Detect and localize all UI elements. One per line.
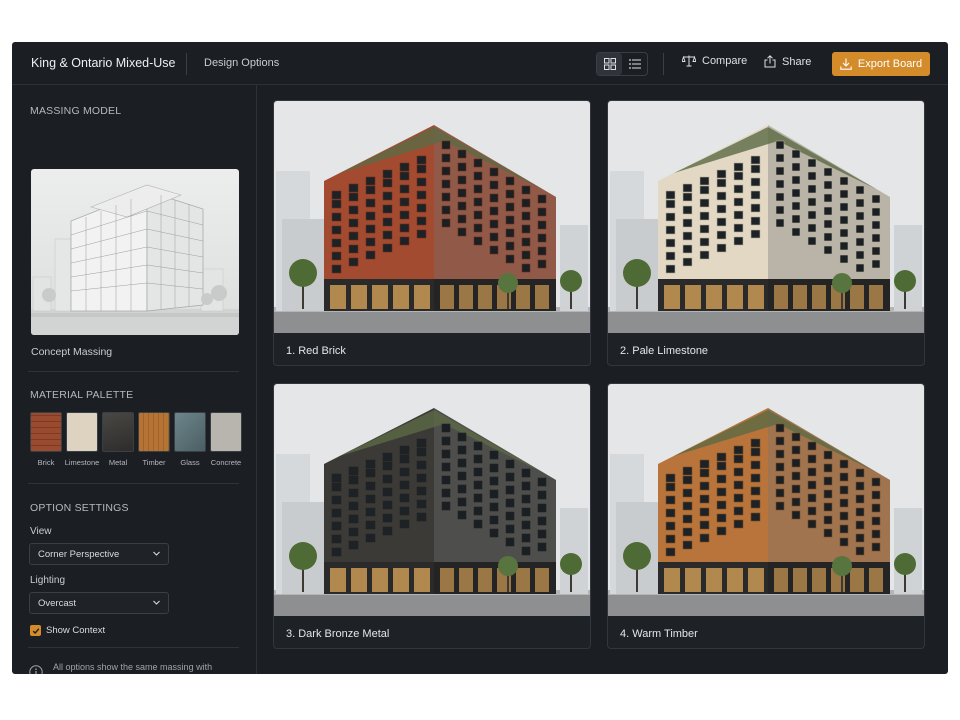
- breadcrumb[interactable]: Design Options: [204, 57, 279, 69]
- massing-section-title: MASSING MODEL: [30, 105, 122, 117]
- list-view-button[interactable]: [622, 53, 647, 75]
- info-note: All options show the same massing with d…: [53, 662, 213, 672]
- option-title: 4. Warm Timber: [620, 628, 698, 640]
- settings-section-title: OPTION SETTINGS: [30, 502, 129, 514]
- grid-icon: [603, 58, 616, 70]
- app-window: King & Ontario Mixed-Use Design Options: [12, 42, 948, 674]
- lighting-select-value: Overcast: [38, 598, 77, 609]
- share-button[interactable]: Share: [764, 55, 811, 68]
- lighting-select[interactable]: Overcast: [29, 592, 169, 614]
- share-icon: [764, 55, 776, 68]
- view-select[interactable]: Corner Perspective: [29, 543, 169, 565]
- massing-caption: Concept Massing: [31, 346, 113, 358]
- header-divider: [186, 53, 187, 75]
- option-rendering: [274, 384, 590, 616]
- show-context-label: Show Context: [46, 625, 106, 636]
- scale-icon: [682, 55, 696, 67]
- info-icon: [29, 665, 43, 674]
- option-card[interactable]: 1. Red Brick: [273, 100, 591, 366]
- brick-swatch: [30, 412, 62, 452]
- limestone-swatch: [66, 412, 98, 452]
- chevron-down-icon: [153, 551, 160, 556]
- export-label: Export Board: [857, 58, 923, 70]
- option-card[interactable]: 2. Pale Limestone: [607, 100, 925, 366]
- show-context-toggle[interactable]: Show Context: [30, 625, 105, 636]
- view-mode-toggle: [596, 52, 648, 76]
- option-rendering: [274, 101, 590, 333]
- top-bar: King & Ontario Mixed-Use Design Options: [12, 42, 948, 85]
- timber-swatch: [138, 412, 170, 452]
- section-divider: [28, 647, 239, 648]
- view-label: View: [30, 526, 52, 537]
- material-swatch-metal[interactable]: Metal: [102, 412, 134, 467]
- checkmark-icon: [32, 627, 39, 634]
- option-title: 3. Dark Bronze Metal: [286, 628, 390, 640]
- swatch-label: Brick: [37, 458, 55, 467]
- option-card[interactable]: 3. Dark Bronze Metal: [273, 383, 591, 649]
- list-icon: [628, 59, 641, 69]
- grid-view-button[interactable]: [597, 53, 622, 75]
- material-swatch-limestone[interactable]: Limestone: [64, 412, 100, 467]
- material-swatch-concrete[interactable]: Concrete: [210, 412, 242, 467]
- glass-swatch: [174, 412, 206, 452]
- material-swatch-timber[interactable]: Timber: [138, 412, 170, 467]
- compare-label: Compare: [702, 55, 748, 67]
- download-icon: [840, 58, 852, 70]
- chevron-down-icon: [153, 600, 160, 605]
- swatch-label: Metal: [108, 458, 128, 467]
- swatch-label: Limestone: [64, 458, 100, 467]
- section-divider: [28, 483, 239, 484]
- option-title: 1. Red Brick: [286, 345, 346, 357]
- palette-section-title: MATERIAL PALETTE: [30, 389, 134, 401]
- swatch-label: Timber: [142, 458, 166, 467]
- swatch-label: Concrete: [210, 458, 242, 467]
- massing-model-image[interactable]: [31, 169, 239, 335]
- lighting-label: Lighting: [30, 575, 66, 586]
- option-title: 2. Pale Limestone: [620, 345, 709, 357]
- section-divider: [28, 371, 239, 372]
- export-board-button[interactable]: Export Board: [832, 52, 930, 76]
- material-palette: Brick Limestone Metal Timber Glass Concr…: [30, 412, 242, 467]
- option-card[interactable]: 4. Warm Timber: [607, 383, 925, 649]
- show-context-checkbox[interactable]: [30, 625, 41, 636]
- material-swatch-glass[interactable]: Glass: [174, 412, 206, 467]
- view-select-value: Corner Perspective: [38, 549, 120, 560]
- header-divider: [663, 53, 664, 75]
- project-title: King & Ontario Mixed-Use: [31, 56, 176, 70]
- material-swatch-brick[interactable]: Brick: [30, 412, 62, 467]
- compare-button[interactable]: Compare: [682, 55, 747, 67]
- concrete-swatch: [210, 412, 242, 452]
- option-rendering: [608, 384, 924, 616]
- swatch-label: Glass: [180, 458, 200, 467]
- metal-swatch: [102, 412, 134, 452]
- sidebar: MASSING MODEL Concept Massing MATERIAL P…: [12, 85, 257, 674]
- share-label: Share: [782, 55, 812, 68]
- option-rendering: [608, 101, 924, 333]
